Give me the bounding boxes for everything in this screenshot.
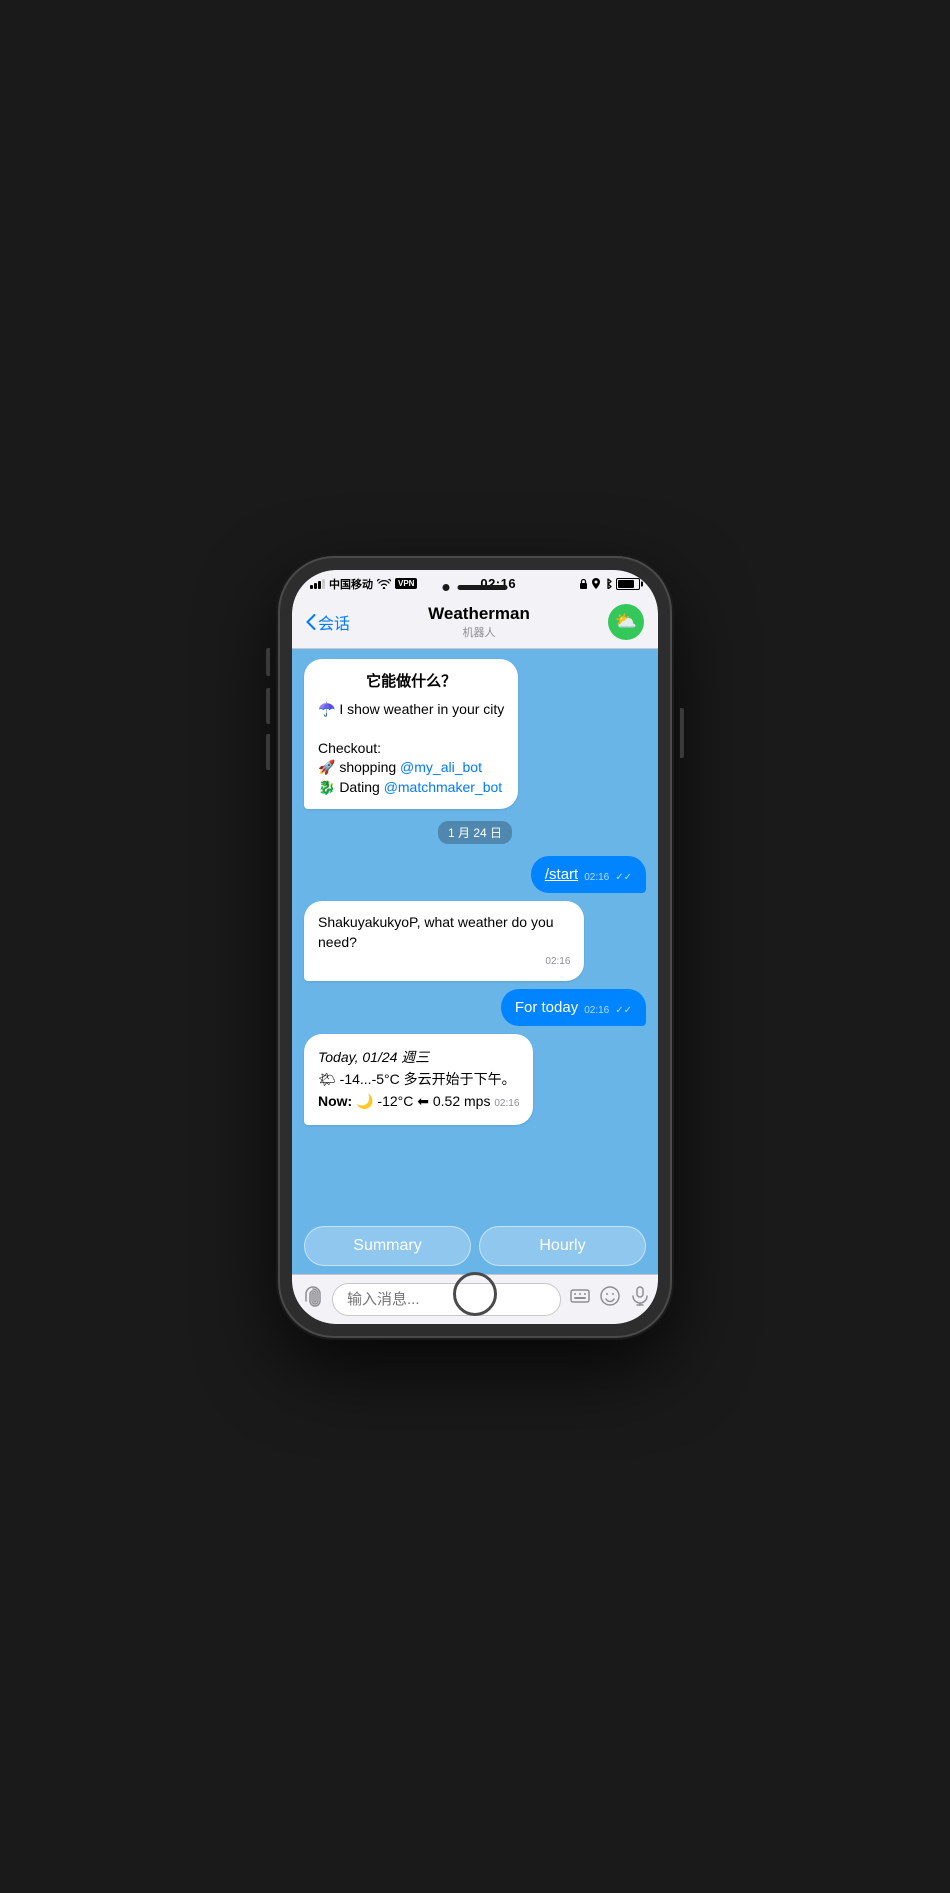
chat-area[interactable]: 它能做什么？ ☂️ I show weather in your city Ch… xyxy=(292,649,658,1226)
intro-title: 它能做什么？ xyxy=(318,671,504,692)
weather-time: 02:16 xyxy=(494,1098,519,1109)
checkmark-today: ✓✓ xyxy=(615,1005,632,1016)
checkmark-start: ✓✓ xyxy=(615,872,632,883)
weather-date-line: Today, 01/24 週三 xyxy=(318,1046,519,1068)
quick-replies-bar: Summary Hourly xyxy=(292,1226,658,1274)
volume-down-button[interactable] xyxy=(266,734,270,770)
message-input[interactable] xyxy=(332,1283,561,1316)
signal-bar-4 xyxy=(322,579,325,589)
lock-icon xyxy=(579,578,588,589)
battery-indicator xyxy=(616,578,640,590)
date-separator: 1 月 24 日 xyxy=(438,821,512,844)
camera-area xyxy=(443,584,508,591)
navigation-bar: 会话 Weatherman 机器人 ⛅ xyxy=(292,598,658,649)
bot-question-message: ShakuyakukyoP, what weather do you need?… xyxy=(304,901,584,980)
status-left: 中国移动 VPN xyxy=(310,576,417,592)
user-text-start: /start xyxy=(545,866,578,883)
location-icon xyxy=(592,578,600,589)
attach-icon[interactable] xyxy=(302,1285,324,1313)
bluetooth-icon xyxy=(604,578,612,589)
keyboard-icon[interactable] xyxy=(569,1285,591,1313)
bot-avatar[interactable]: ⛅ xyxy=(608,604,644,640)
back-button[interactable]: 会话 xyxy=(306,610,350,634)
bot-question-text: ShakuyakukyoP, what weather do you need? xyxy=(318,913,570,952)
phone-device: 中国移动 VPN 02:16 xyxy=(280,558,670,1336)
home-button[interactable] xyxy=(453,1272,497,1316)
matchmaker-link[interactable]: @matchmaker_bot xyxy=(384,779,502,795)
signal-bar-3 xyxy=(318,581,321,589)
bot-intro-message: 它能做什么？ ☂️ I show weather in your city Ch… xyxy=(304,659,518,810)
chat-subtitle: 机器人 xyxy=(428,624,530,640)
silent-button[interactable] xyxy=(266,648,270,676)
power-button[interactable] xyxy=(680,708,684,758)
status-right xyxy=(579,578,640,590)
ali-bot-link[interactable]: @my_ali_bot xyxy=(400,759,482,775)
battery-fill xyxy=(618,580,634,588)
weather-now-line: Now: 🌙 -12°C ⬅ 0.52 mps 02:16 xyxy=(318,1090,519,1112)
chat-title: Weatherman xyxy=(428,604,530,624)
mic-icon[interactable] xyxy=(629,1285,651,1313)
msg-time-today: 02:16 xyxy=(584,1005,609,1016)
carrier-label: 中国移动 xyxy=(329,576,373,592)
intro-checkout: Checkout: xyxy=(318,739,504,759)
vpn-badge: VPN xyxy=(395,578,417,589)
back-label: 会话 xyxy=(318,610,350,634)
intro-dating: 🐉 Dating @matchmaker_bot xyxy=(318,778,504,798)
volume-up-button[interactable] xyxy=(266,688,270,724)
speaker-slot xyxy=(458,585,508,590)
bot-weather-message: Today, 01/24 週三 🌤 -14...-5°C 多云开始于下午。 No… xyxy=(304,1034,533,1125)
summary-button[interactable]: Summary xyxy=(304,1226,471,1266)
user-text-today: For today xyxy=(515,999,578,1016)
intro-line-1: ☂️ I show weather in your city xyxy=(318,700,504,720)
intro-shopping: 🚀 shopping @my_ali_bot xyxy=(318,758,504,778)
hourly-button[interactable]: Hourly xyxy=(479,1226,646,1266)
wifi-icon xyxy=(377,579,391,589)
phone-screen: 中国移动 VPN 02:16 xyxy=(292,570,658,1324)
camera-dot xyxy=(443,584,450,591)
screen-content: 中国移动 VPN 02:16 xyxy=(292,570,658,1324)
signal-bar-2 xyxy=(314,583,317,589)
signal-bars xyxy=(310,579,325,589)
msg-time-start: 02:16 xyxy=(584,872,609,883)
user-message-start: /start 02:16 ✓✓ xyxy=(531,856,646,893)
weather-temp-line: 🌤 -14...-5°C 多云开始于下午。 xyxy=(318,1068,519,1090)
signal-bar-1 xyxy=(310,585,313,589)
nav-center: Weatherman 机器人 xyxy=(428,604,530,640)
sticker-icon[interactable] xyxy=(599,1285,621,1313)
avatar-icon: ⛅ xyxy=(615,611,637,632)
bot-question-time: 02:16 xyxy=(318,955,570,969)
user-message-today: For today 02:16 ✓✓ xyxy=(501,989,646,1026)
